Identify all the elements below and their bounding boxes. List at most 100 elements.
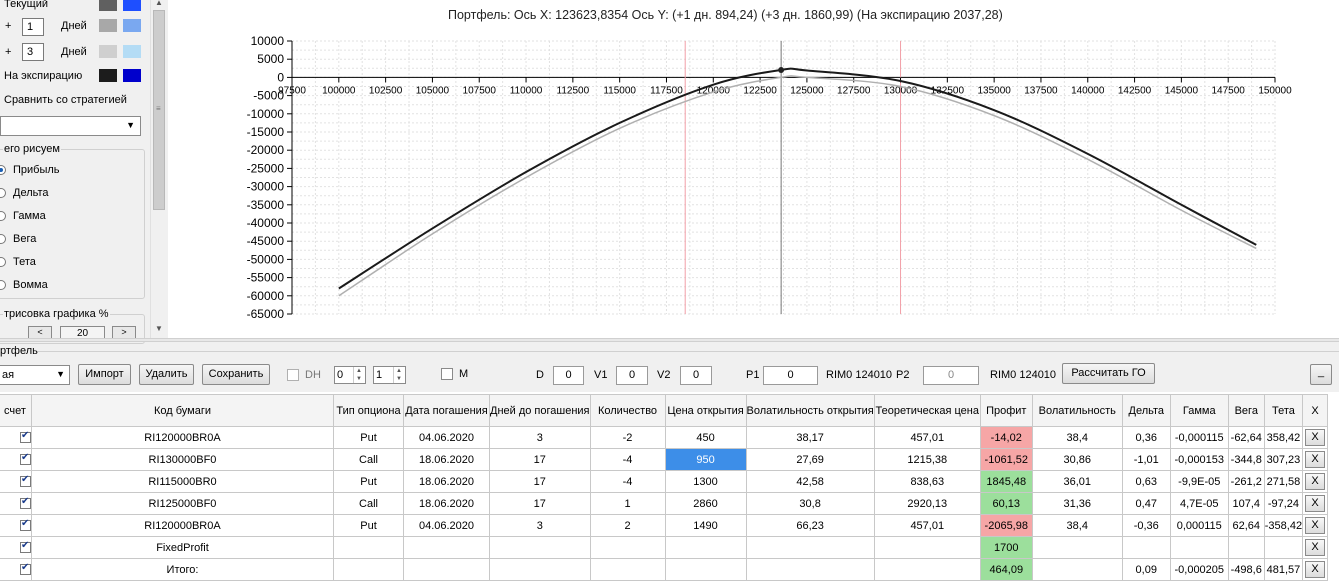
- remove-row-button[interactable]: X: [1305, 473, 1326, 490]
- cell-days[interactable]: 3: [489, 514, 591, 537]
- row-checkbox[interactable]: [20, 430, 31, 444]
- cell-expiry-date[interactable]: 18.06.2020: [403, 470, 490, 493]
- cell-quantity[interactable]: 2: [589, 514, 666, 537]
- spin-arrows-icon[interactable]: ▲ ▼: [393, 367, 404, 383]
- cell-open-volatility[interactable]: 66,23: [745, 514, 875, 537]
- cell-quantity[interactable]: -2: [589, 426, 666, 449]
- cell-delta[interactable]: 0,09: [1121, 558, 1171, 581]
- cell-open-volatility[interactable]: 42,58: [745, 470, 875, 493]
- row-checkbox-cell[interactable]: [0, 426, 32, 449]
- cell-theoretical-price[interactable]: 1215,38: [873, 448, 981, 471]
- cell-code[interactable]: RI120000BR0A: [31, 514, 334, 537]
- table-row[interactable]: Итого: 464,09 0,09-0,000205-498,6481,57X: [0, 558, 1329, 581]
- cell-theta[interactable]: 358,42: [1263, 426, 1304, 449]
- days-input-3[interactable]: 3: [22, 43, 44, 61]
- cell-theoretical-price[interactable]: 457,01: [873, 514, 981, 537]
- d-field[interactable]: 0: [553, 366, 584, 385]
- cell-quantity[interactable]: [589, 536, 666, 559]
- header-remove[interactable]: X: [1302, 394, 1329, 427]
- render-decrement-button[interactable]: <: [28, 326, 52, 338]
- cell-profit[interactable]: -14,02: [979, 426, 1033, 449]
- v2-field[interactable]: 0: [680, 366, 712, 385]
- cell-vega[interactable]: -498,6: [1227, 558, 1265, 581]
- splitter[interactable]: [0, 338, 1339, 342]
- header-vega[interactable]: Вега: [1227, 394, 1265, 427]
- cell-gamma[interactable]: -0,000205: [1169, 558, 1229, 581]
- table-row[interactable]: RI130000BF0Call18.06.202017-495027,69121…: [0, 448, 1329, 471]
- cell-open-volatility[interactable]: 38,17: [745, 426, 875, 449]
- cell-delta[interactable]: 0,47: [1121, 492, 1171, 515]
- header-gamma[interactable]: Гамма: [1169, 394, 1229, 427]
- cell-open-price[interactable]: 1490: [664, 514, 747, 537]
- cell-vega[interactable]: 107,4: [1227, 492, 1265, 515]
- row-checkbox[interactable]: [20, 562, 31, 576]
- cell-expiry-date[interactable]: 04.06.2020: [403, 426, 490, 449]
- cell-open-volatility[interactable]: 30,8: [745, 492, 875, 515]
- cell-code[interactable]: RI120000BR0A: [31, 426, 334, 449]
- cell-quantity[interactable]: -4: [589, 470, 666, 493]
- v1-field[interactable]: 0: [616, 366, 648, 385]
- cell-profit[interactable]: 1700: [979, 536, 1033, 559]
- cell-code[interactable]: RI115000BR0: [31, 470, 334, 493]
- cell-days[interactable]: 3: [489, 426, 591, 449]
- cell-theoretical-price[interactable]: 838,63: [873, 470, 981, 493]
- cell-open-price[interactable]: 1300: [664, 470, 747, 493]
- row-checkbox-cell[interactable]: [0, 536, 32, 559]
- dh-checkbox[interactable]: [287, 369, 299, 381]
- cell-option-type[interactable]: Put: [333, 514, 404, 537]
- cell-code[interactable]: Итого:: [31, 558, 334, 581]
- cell-open-price[interactable]: 2860: [664, 492, 747, 515]
- color-swatch-exp-1[interactable]: [99, 69, 117, 82]
- cell-days[interactable]: 17: [489, 448, 591, 471]
- table-row[interactable]: RI120000BR0APut04.06.202032149066,23457,…: [0, 514, 1329, 537]
- render-increment-button[interactable]: >: [112, 326, 136, 338]
- row-checkbox-cell[interactable]: [0, 558, 32, 581]
- color-swatch-plus3-2[interactable]: [123, 45, 141, 58]
- cell-days[interactable]: [489, 558, 591, 581]
- table-row[interactable]: RI120000BR0APut04.06.20203-245038,17457,…: [0, 426, 1329, 449]
- cell-volatility[interactable]: [1031, 536, 1123, 559]
- cell-open-price[interactable]: 950: [664, 448, 747, 471]
- color-swatch-current-1[interactable]: [99, 0, 117, 11]
- spin-input-1[interactable]: 0 ▲ ▼: [334, 366, 366, 384]
- cell-option-type[interactable]: [333, 536, 404, 559]
- cell-profit[interactable]: -1061,52: [979, 448, 1033, 471]
- cell-theoretical-price[interactable]: [873, 536, 981, 559]
- cell-delta[interactable]: -1,01: [1121, 448, 1171, 471]
- header-profit[interactable]: Профит: [979, 394, 1033, 427]
- strategy-dropdown[interactable]: ▼: [0, 116, 141, 136]
- header-option-type[interactable]: Тип опциона: [333, 394, 404, 427]
- p1-field[interactable]: 0: [763, 366, 818, 385]
- cell-gamma[interactable]: 4,7E-05: [1169, 492, 1229, 515]
- cell-expiry-date[interactable]: 18.06.2020: [403, 448, 490, 471]
- cell-code[interactable]: RI130000BF0: [31, 448, 334, 471]
- render-value-field[interactable]: 20: [60, 326, 105, 338]
- scrollbar-thumb[interactable]: ≡: [153, 10, 165, 210]
- cell-theta[interactable]: [1263, 536, 1304, 559]
- cell-expiry-date[interactable]: 18.06.2020: [403, 492, 490, 515]
- cell-volatility[interactable]: 38,4: [1031, 426, 1123, 449]
- header-theoretical-price[interactable]: Теоретическая цена: [873, 394, 981, 427]
- calc-go-button[interactable]: Рассчитать ГО: [1062, 363, 1155, 384]
- cell-theoretical-price[interactable]: 2920,13: [873, 492, 981, 515]
- row-checkbox-cell[interactable]: [0, 470, 32, 493]
- scroll-up-icon[interactable]: ▲: [155, 0, 163, 7]
- cell-expiry-date[interactable]: 04.06.2020: [403, 514, 490, 537]
- header-open-price[interactable]: Цена открытия: [664, 394, 747, 427]
- table-row[interactable]: FixedProfit 1700 X: [0, 536, 1329, 559]
- cell-option-type[interactable]: Put: [333, 426, 404, 449]
- days-input-1[interactable]: 1: [22, 18, 44, 36]
- row-checkbox[interactable]: [20, 496, 31, 510]
- left-panel-scrollbar[interactable]: ▲ ≡ ▼: [150, 0, 167, 338]
- cell-quantity[interactable]: [589, 558, 666, 581]
- cell-open-volatility[interactable]: 27,69: [745, 448, 875, 471]
- cell-gamma[interactable]: -0,000153: [1169, 448, 1229, 471]
- cell-volatility[interactable]: 36,01: [1031, 470, 1123, 493]
- cell-volatility[interactable]: 31,36: [1031, 492, 1123, 515]
- table-row[interactable]: RI125000BF0Call18.06.2020171286030,82920…: [0, 492, 1329, 515]
- spin-input-2[interactable]: 1 ▲ ▼: [373, 366, 406, 384]
- p2-field[interactable]: 0: [923, 366, 979, 385]
- cell-vega[interactable]: -261,2: [1227, 470, 1265, 493]
- color-swatch-exp-2[interactable]: [123, 69, 141, 82]
- cell-option-type[interactable]: Call: [333, 448, 404, 471]
